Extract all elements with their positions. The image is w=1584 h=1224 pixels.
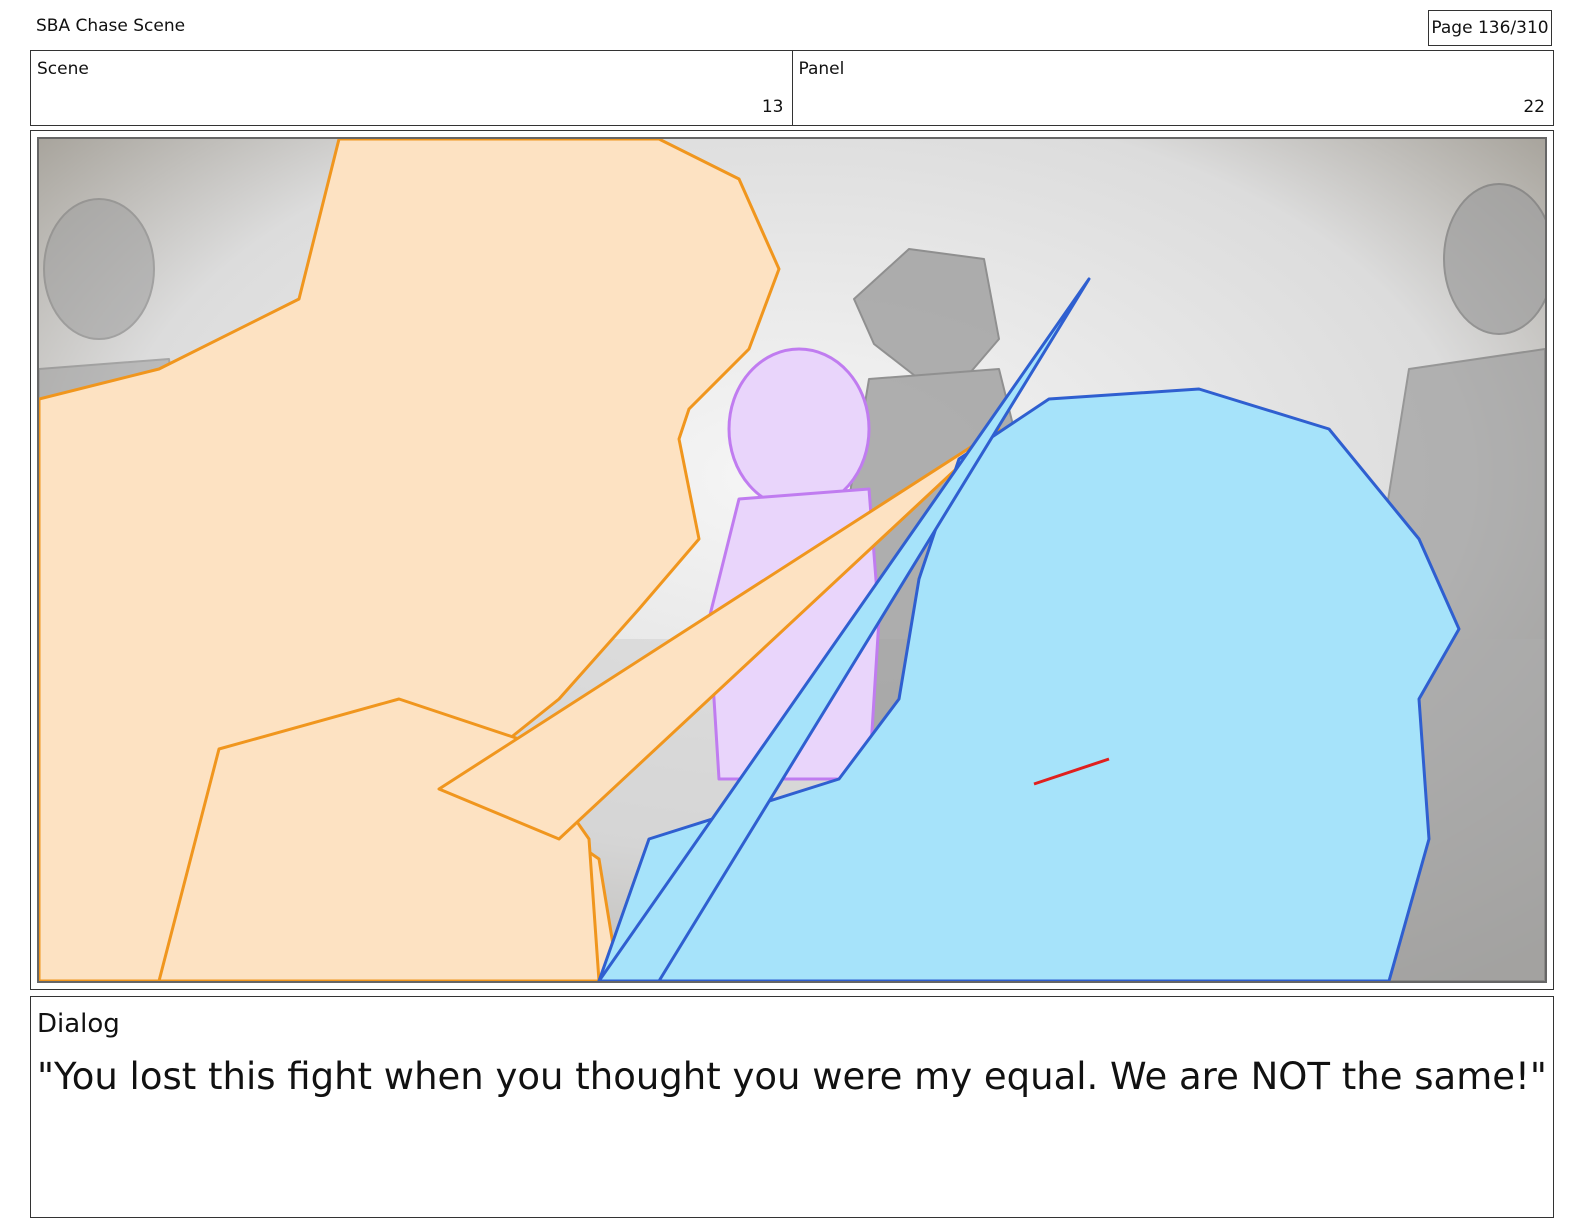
dialog-box: Dialog "You lost this fight when you tho… — [30, 996, 1554, 1218]
panel-sketch — [39, 139, 1545, 981]
panel-number: 22 — [1523, 97, 1545, 117]
dialog-text: "You lost this fight when you thought yo… — [37, 1055, 1547, 1098]
scene-label: Scene — [37, 59, 89, 79]
scene-panel-info: Scene 13 Panel 22 — [30, 50, 1554, 126]
panel-cell: Panel 22 — [791, 51, 1554, 125]
page-indicator: Page 136/310 — [1428, 10, 1552, 46]
project-title: SBA Chase Scene — [36, 16, 186, 36]
storyboard-panel-image[interactable] — [37, 137, 1547, 983]
panel-label: Panel — [798, 59, 845, 79]
scene-cell: Scene 13 — [31, 51, 792, 125]
dialog-label: Dialog — [37, 1009, 120, 1039]
storyboard-panel-frame — [30, 130, 1554, 990]
scene-number: 13 — [761, 97, 784, 117]
